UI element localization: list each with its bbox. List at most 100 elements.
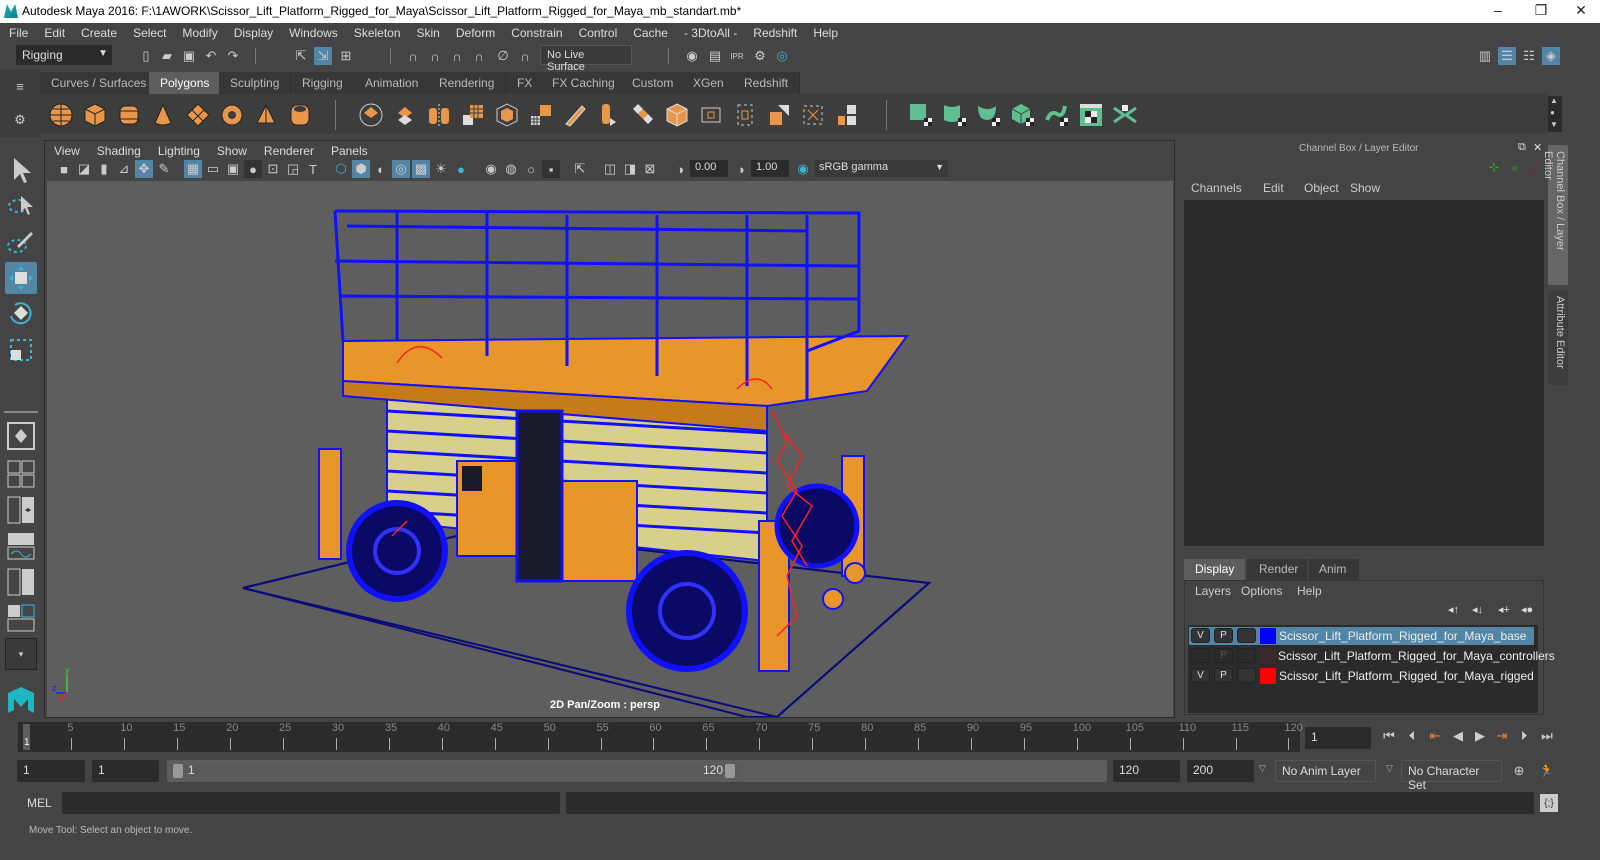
menu-redshift[interactable]: Redshift [744, 23, 804, 40]
uv-spherical-icon[interactable] [976, 102, 1002, 128]
poly-cylinder-icon[interactable] [116, 102, 142, 128]
anti-aliasing-icon[interactable]: ○ [522, 160, 540, 178]
paint-select-tool-icon[interactable] [5, 226, 37, 258]
range-start-handle[interactable] [173, 764, 183, 778]
playback-toggle[interactable]: P [1214, 648, 1233, 663]
animation-start-field[interactable]: 1 [17, 760, 85, 782]
menu-edit[interactable]: Edit [35, 23, 72, 40]
render-current-icon[interactable]: ▤ [706, 47, 724, 65]
live-surface-field[interactable]: No Live Surface [540, 45, 632, 73]
gate-mask-icon[interactable]: ● [244, 160, 262, 178]
snap-view-plane-icon[interactable]: ∩ [470, 47, 488, 65]
side-tab-channel-box[interactable]: Channel Box / Layer Editor [1542, 145, 1568, 285]
panel-menu-panels[interactable]: Panels [322, 141, 376, 158]
open-scene-icon[interactable]: ▰ [158, 47, 176, 65]
chevron-down-icon[interactable]: ▽ [1259, 763, 1266, 774]
move-layer-down-icon[interactable]: ◂↓ [1472, 603, 1483, 616]
snap-point-icon[interactable]: ∩ [448, 47, 466, 65]
uv-editor-icon[interactable] [1078, 102, 1104, 128]
uv-contour-icon[interactable] [1044, 102, 1070, 128]
menu-skeleton[interactable]: Skeleton [345, 23, 408, 40]
default-material-icon[interactable]: ◐ [372, 160, 390, 178]
shelf-tab-animation[interactable]: Animation [354, 72, 431, 94]
channel-slow-icon[interactable]: ╱ [1531, 160, 1539, 176]
smooth-icon[interactable] [460, 102, 486, 128]
exposure-icon[interactable]: ◑ [671, 160, 689, 178]
wireframe-icon[interactable]: ⬡ [332, 160, 350, 178]
panel-menu-show[interactable]: Show [208, 141, 255, 158]
edit-menu[interactable]: Edit [1263, 181, 1284, 195]
select-tool-icon[interactable] [5, 154, 37, 186]
layer-color-swatch[interactable] [1260, 668, 1276, 684]
four-view-icon[interactable] [5, 458, 37, 490]
undo-icon[interactable]: ↶ [202, 47, 220, 65]
step-forward-frame-icon[interactable]: ⏵ [1515, 727, 1533, 745]
uv-auto-icon[interactable] [1010, 102, 1036, 128]
poly-pyramid-icon[interactable] [253, 102, 279, 128]
safe-action-icon[interactable]: ◲ [284, 160, 302, 178]
snap-live-icon[interactable]: ∅ [494, 47, 512, 65]
tab-display[interactable]: Display [1184, 559, 1245, 580]
tool-settings-toggle-icon[interactable]: ☷ [1520, 47, 1538, 65]
play-backward-icon[interactable]: ◀ [1449, 727, 1467, 745]
panel-menu-lighting[interactable]: Lighting [149, 141, 208, 158]
smooth-shade-icon[interactable]: ⬢ [352, 160, 370, 178]
help-menu[interactable]: Help [1297, 584, 1322, 598]
textured-icon[interactable]: ▩ [412, 160, 430, 178]
persp-graph-outliner-view-icon[interactable] [5, 602, 37, 634]
shelf-settings-gear-icon[interactable]: ⚙ [11, 111, 29, 129]
select-object-icon[interactable]: ⇲ [314, 47, 332, 65]
menu-constrain[interactable]: Constrain [502, 23, 569, 40]
isolate-select-icon[interactable]: ⇱ [571, 160, 589, 178]
spherical-map-icon[interactable] [766, 102, 792, 128]
menu-modify[interactable]: Modify [173, 23, 224, 40]
motion-blur-icon[interactable]: ◍ [502, 160, 520, 178]
step-back-frame-icon[interactable]: ⏴ [1403, 727, 1421, 745]
shadows-icon[interactable]: ● [452, 160, 470, 178]
ambient-occlusion-icon[interactable]: ◉ [482, 160, 500, 178]
shelf-tab-polygons[interactable]: Polygons [149, 72, 222, 94]
persp-graph-view-icon[interactable] [5, 530, 37, 562]
layer-row-controllers[interactable]: P Scissor_Lift_Platform_Rigged_for_Maya_… [1189, 647, 1555, 665]
exposure-field[interactable]: 0.00 [690, 160, 728, 177]
uv-planar-icon[interactable] [908, 102, 934, 128]
shelf-tab-sculpting[interactable]: Sculpting [219, 72, 292, 94]
layer-color-swatch[interactable] [1260, 628, 1276, 644]
menu-select[interactable]: Select [124, 23, 173, 40]
separate-icon[interactable] [392, 102, 418, 128]
display-type-toggle[interactable] [1237, 628, 1256, 643]
layer-color-swatch[interactable] [1260, 648, 1276, 664]
layout-uv-icon[interactable] [834, 102, 860, 128]
menu-file[interactable]: File [0, 23, 35, 40]
close-panel-icon[interactable]: ✕ [1533, 141, 1542, 154]
object-menu[interactable]: Object [1304, 181, 1339, 195]
shelf-menu-icon[interactable]: ≡ [11, 77, 29, 95]
attribute-editor-toggle-icon[interactable]: ☰ [1498, 47, 1516, 65]
grid-icon[interactable]: ▦ [184, 160, 202, 178]
display-type-toggle[interactable] [1237, 648, 1256, 663]
menu-help[interactable]: Help [804, 23, 845, 40]
xray-joints-icon[interactable]: ⊠ [641, 160, 659, 178]
go-to-end-icon[interactable]: ⏭ [1538, 727, 1556, 745]
restore-button[interactable]: ❐ [1521, 2, 1561, 19]
move-tool-button[interactable] [5, 262, 37, 294]
gamma-field[interactable]: 1.00 [751, 160, 789, 177]
mirror-icon[interactable] [426, 102, 452, 128]
new-layer-icon[interactable]: ◂+ [1498, 603, 1510, 616]
extrude-icon[interactable] [494, 102, 520, 128]
playback-toggle[interactable]: P [1214, 668, 1233, 683]
automatic-map-icon[interactable] [800, 102, 826, 128]
visibility-toggle[interactable]: V [1191, 628, 1210, 643]
float-panel-icon[interactable]: ⧉ [1518, 141, 1526, 154]
display-type-toggle[interactable] [1237, 668, 1256, 683]
menu-create[interactable]: Create [72, 23, 124, 40]
modeling-toolkit-icon[interactable]: ▥ [1476, 47, 1494, 65]
persp-outliner-view-icon[interactable] [5, 494, 37, 526]
layers-menu[interactable]: Layers [1195, 584, 1231, 598]
poly-sphere-icon[interactable] [48, 102, 74, 128]
bevel-box-icon[interactable] [664, 102, 690, 128]
panel-menu-view[interactable]: View [45, 141, 88, 158]
menu-set-dropdown[interactable]: Rigging ▼ [16, 45, 112, 65]
auto-key-icon[interactable]: ⊕ [1510, 762, 1528, 780]
xray-active-icon[interactable]: ◨ [621, 160, 639, 178]
